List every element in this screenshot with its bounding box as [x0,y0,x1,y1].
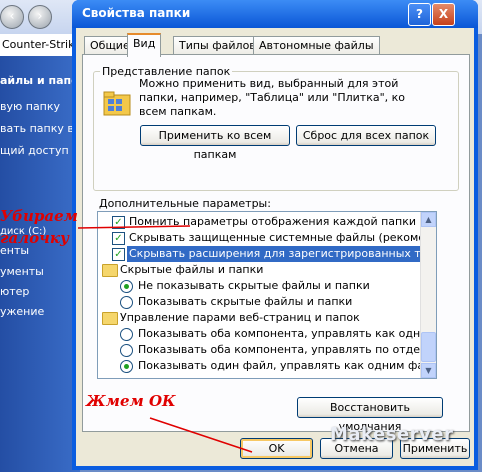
explorer-task-pane: айлы и папок вую папку вать папку в ве щ… [0,56,91,472]
list-item-label: Помнить параметры отображения каждой пап… [129,215,417,228]
dialog-title: Свойства папки [82,6,191,20]
scroll-down-icon[interactable]: ▼ [421,363,436,378]
task-pane-item[interactable]: ютер [0,285,29,298]
checkbox-checked[interactable]: ✓ [112,232,125,245]
list-group-label: Скрытые файлы и папки [120,263,264,276]
list-item[interactable]: Показывать оба компонента, управлять как… [98,326,436,342]
vertical-scrollbar[interactable]: ▲ ▼ [420,212,436,378]
list-group: Управление парами веб-страниц и папок [98,310,436,326]
folder-views-description: Можно применить вид, выбранный для этой … [139,77,406,118]
list-item-label: Скрывать расширения для зарегистрированн… [127,246,436,262]
radio-selected[interactable] [120,280,133,293]
folder-views-icon [103,91,131,116]
checkbox-checked[interactable]: ✓ [112,248,125,261]
close-button[interactable]: X [432,3,455,26]
help-button[interactable]: ? [408,3,431,26]
list-item-selected[interactable]: ✓ Скрывать расширения для зарегистрирова… [98,246,436,262]
tab-file-types[interactable]: Типы файлов [173,36,262,55]
list-item-label: Показывать один файл, управлять как одни… [138,359,437,372]
list-item[interactable]: Показывать один файл, управлять как одни… [98,358,436,374]
annotation-remove-tick-1: Убираем [0,207,78,225]
list-group: Скрытые файлы и папки [98,262,436,278]
list-item-label: Показывать оба компонента, управлять по … [138,343,437,356]
radio-unselected[interactable] [120,296,133,309]
dialog-titlebar[interactable]: Свойства папки ? X [72,0,478,28]
task-pane-item[interactable]: ументы [0,265,44,278]
reset-all-folders-button[interactable]: Сброс для всех папок [296,125,436,146]
list-item[interactable]: ✓ Помнить параметры отображения каждой п… [98,214,436,230]
list-group-label: Управление парами веб-страниц и папок [120,311,360,324]
task-pane-item[interactable]: щий доступ к [0,144,79,157]
list-item-label: Показывать скрытые файлы и папки [138,295,353,308]
list-item-label: Не показывать скрытые файлы и папки [138,279,370,292]
ok-button[interactable]: OK [240,438,313,459]
tab-view[interactable]: Вид [127,33,162,57]
advanced-settings-list[interactable]: ✓ Помнить параметры отображения каждой п… [97,211,437,379]
task-pane-item[interactable]: ужение [0,305,44,318]
radio-selected[interactable] [120,360,133,373]
annotation-remove-tick-2: галочку [0,229,69,247]
tab-offline-files[interactable]: Автономные файлы [253,36,380,55]
address-bar[interactable]: Counter-Strike [0,34,81,57]
task-pane-item[interactable]: вую папку [0,100,60,113]
radio-unselected[interactable] [120,328,133,341]
view-tab-panel: Представление папок Можно применить вид,… [82,54,470,433]
list-item[interactable]: Показывать оба компонента, управлять по … [98,342,436,358]
watermark-text: Makeserver [330,424,454,445]
radio-unselected[interactable] [120,344,133,357]
checkbox-checked[interactable]: ✓ [112,216,125,229]
advanced-settings-label: Дополнительные параметры: [99,197,271,210]
scroll-thumb[interactable] [421,332,436,362]
annotation-press-ok: Жмем ОК [86,392,176,410]
list-item[interactable]: Не показывать скрытые файлы и папки [98,278,436,294]
folder-icon [102,264,118,277]
back-arrow-icon[interactable]: ‹ [0,5,24,29]
folder-icon [102,312,118,325]
forward-arrow-icon[interactable]: › [28,5,52,29]
list-item-label: Скрывать защищенные системные файлы (рек… [129,231,436,244]
apply-to-all-folders-button[interactable]: Применить ко всем папкам [140,125,290,161]
scroll-up-icon[interactable]: ▲ [421,212,436,227]
list-item-label: Показывать оба компонента, управлять как… [138,327,436,340]
address-text: Counter-Strike [2,38,81,51]
list-item[interactable]: ✓ Скрывать защищенные системные файлы (р… [98,230,436,246]
list-item[interactable]: Показывать скрытые файлы и папки [98,294,436,310]
restore-defaults-button[interactable]: Восстановить умолчания [297,397,443,433]
